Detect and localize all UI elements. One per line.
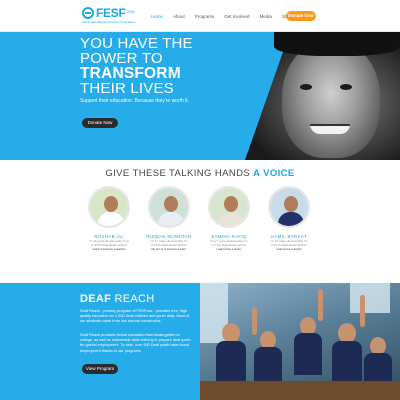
main-menu: Home About Programs Get Involved Media S…: [146, 12, 297, 21]
student-card[interactable]: SAMINA RAFIQ I'm 17 years old and today …: [202, 186, 256, 251]
fesf-logo[interactable]: FESF USA: [82, 6, 135, 20]
deaf-reach-para2: Deaf Reach provides formal education fro…: [80, 333, 191, 353]
hero-heading-line2: POWER TO: [80, 50, 163, 67]
hero-banner: [0, 32, 400, 160]
child-hair-image: [274, 32, 400, 56]
donate-now-button[interactable]: Donate Now: [286, 11, 316, 21]
student-profiles: NOSHAB ALI I'm 19 years old and today I'…: [82, 186, 318, 272]
hands-logo-icon: [82, 7, 94, 19]
right-eye: [340, 84, 352, 90]
student-avatar: [148, 186, 190, 228]
voice-section-title: GIVE THESE TALKING HANDS A VOICE: [0, 168, 400, 179]
deaf-reach-section: DEAF REACH Deaf Reach - primary program …: [0, 283, 400, 400]
nav-programs[interactable]: Programs: [190, 12, 220, 21]
logo-text: FESF: [96, 6, 126, 20]
nav-home[interactable]: Home: [146, 12, 168, 21]
deaf-reach-title: DEAF REACH: [80, 293, 155, 305]
student-avatar: [268, 186, 310, 228]
hero-subtext: Support their education. Because they're…: [80, 98, 190, 104]
nav-about[interactable]: About: [168, 12, 190, 21]
smile: [310, 124, 350, 134]
logo-tagline: Family Educational Services Foundation: [82, 20, 136, 24]
hero-heading-line1: YOU HAVE THE: [80, 35, 193, 52]
student-line: My aim is to become a tutor.: [151, 247, 187, 251]
student-line: I want to become a teacher.: [91, 247, 127, 251]
student-line: I want to be a nurse.: [216, 247, 242, 251]
student-line: I want to be a doctor.: [276, 247, 302, 251]
deaf-reach-para1: Deaf Reach - primary program of FESFusa …: [80, 309, 189, 324]
logo-sup: USA: [126, 8, 135, 14]
student-card[interactable]: NOSHAB ALI I'm 19 years old and today I'…: [82, 186, 136, 251]
view-program-button[interactable]: View Program: [82, 364, 118, 374]
nav-get-involved[interactable]: Get Involved: [219, 12, 254, 21]
voice-title-highlight: A VOICE: [253, 168, 295, 179]
student-card[interactable]: RIZWAN MUNNTAR I'm 17 years old and toda…: [142, 186, 196, 251]
student-card[interactable]: KAMIL BARKAT I'm 15 years old and today …: [262, 186, 316, 251]
hero-heading-line3: TRANSFORM: [80, 65, 181, 82]
deaf-reach-title-rest: REACH: [114, 293, 155, 305]
hero-donate-button[interactable]: Donate Now: [82, 118, 118, 128]
student-avatar: [208, 186, 250, 228]
deaf-reach-title-bold: DEAF: [80, 293, 112, 305]
hero-heading-line4: THEIR LIVES: [80, 80, 174, 97]
classroom-photo: [200, 283, 400, 400]
voice-title-prefix: GIVE THESE TALKING HANDS: [105, 168, 251, 179]
left-eye: [300, 84, 312, 90]
nav-media[interactable]: Media: [255, 12, 277, 21]
student-avatar: [88, 186, 130, 228]
top-nav: FESF USA Family Educational Services Fou…: [0, 0, 400, 32]
child-face-image: [282, 40, 380, 158]
